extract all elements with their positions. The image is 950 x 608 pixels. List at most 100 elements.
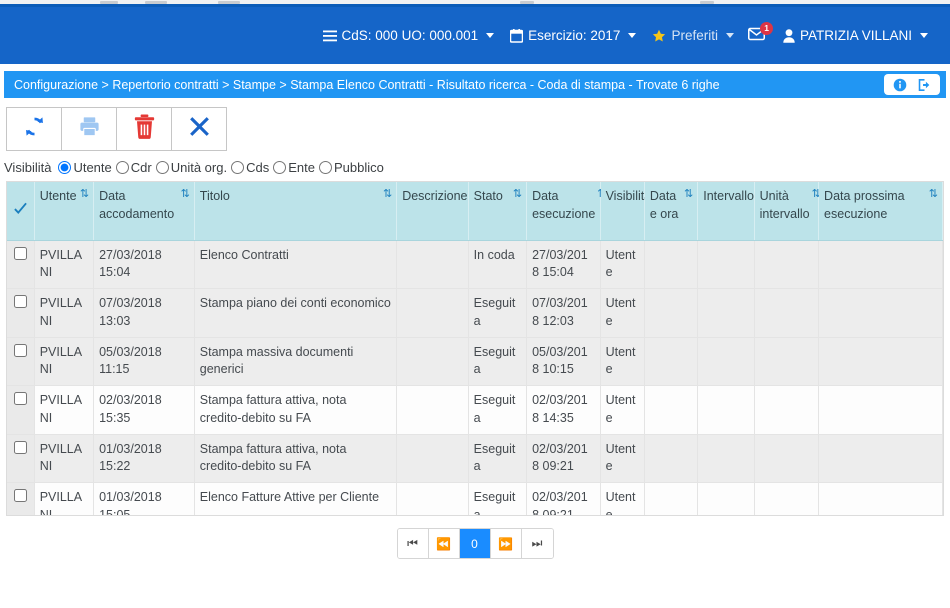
table-row[interactable]: PVILLANI 27/03/2018 15:04 Elenco Contrat… [7, 240, 943, 289]
visibility-radio-pubblico[interactable] [318, 161, 332, 174]
cell-data-e-ora [644, 385, 699, 435]
visibility-radio-cds[interactable] [231, 161, 245, 174]
nav-esercizio-label: Esercizio: 2017 [528, 27, 621, 43]
trash-icon [133, 114, 156, 144]
nav-user-label: PATRIZIA VILLANI [799, 27, 912, 43]
cell-unita-intervallo [754, 337, 820, 386]
cell-data-e-ora [644, 288, 699, 338]
cell-intervallo [697, 240, 755, 289]
cell-data-accodamento: 02/03/2018 15:35 [93, 385, 195, 435]
exit-icon[interactable] [914, 76, 934, 93]
pagination-prev-button[interactable]: ⏪ [428, 529, 460, 558]
close-button[interactable] [172, 108, 226, 150]
row-select-cell[interactable] [7, 385, 35, 435]
row-select-cell[interactable] [7, 434, 35, 483]
nav-esercizio-selector[interactable]: Esercizio: 2017 [502, 25, 644, 47]
nav-user-menu[interactable]: PATRIZIA VILLANI [775, 25, 936, 47]
print-button[interactable] [62, 108, 117, 150]
action-toolbar [6, 107, 227, 151]
pagination-last-button[interactable]: ⏭ [521, 529, 553, 558]
cell-titolo: Stampa piano dei conti economico [194, 288, 398, 338]
cell-data-prossima-esecuzione [818, 337, 943, 386]
sort-icon[interactable]: ⇅ [684, 187, 693, 223]
visibility-radio-utente[interactable] [58, 161, 72, 174]
visibility-option-cds[interactable]: Cds [231, 160, 269, 175]
nav-messages-button[interactable]: 1 [742, 22, 775, 48]
sort-icon[interactable]: ⇅ [513, 187, 522, 205]
cell-stato: Eseguita [468, 482, 528, 515]
column-header-data-esecuzione[interactable]: Data esecuzione ⇅ [526, 182, 607, 241]
visibility-option-utente[interactable]: Utente [58, 160, 112, 175]
visibility-option-pubblico[interactable]: Pubblico [318, 160, 384, 175]
cell-visibilita: Utente [600, 482, 645, 515]
nav-preferiti-menu[interactable]: Preferiti [644, 25, 742, 47]
column-header-intervallo[interactable]: Intervallo ⇅ [697, 182, 765, 241]
cell-titolo: Stampa fattura attiva, nota credito-debi… [194, 385, 398, 435]
info-icon[interactable] [890, 76, 910, 93]
sort-icon[interactable]: ⇅ [929, 187, 938, 223]
sort-icon[interactable]: ⇅ [80, 187, 89, 205]
row-checkbox[interactable] [13, 489, 27, 502]
sort-icon[interactable]: ⇅ [181, 187, 190, 223]
column-header-data-prossima-esecuzione[interactable]: Data prossima esecuzione ⇅ [818, 182, 943, 241]
cell-data-prossima-esecuzione [818, 385, 943, 435]
column-header-data-accodamento[interactable]: Data accodamento ⇅ [93, 182, 195, 241]
visibility-radio-ente[interactable] [273, 161, 287, 174]
cell-titolo: Elenco Fatture Attive per Cliente [194, 482, 398, 515]
print-queue-table: Utente ⇅ Data accodamento ⇅ Titolo ⇅ Des… [7, 182, 943, 515]
column-header-utente[interactable]: Utente ⇅ [34, 182, 95, 241]
pagination-next-button[interactable]: ⏩ [490, 529, 522, 558]
row-checkbox[interactable] [13, 295, 27, 308]
row-checkbox[interactable] [13, 343, 27, 357]
row-select-cell[interactable] [7, 482, 35, 515]
top-navbar: CdS: 000 UO: 000.001 Esercizio: 2017 Pre… [0, 7, 950, 64]
pagination-first-button[interactable]: ⏮ [397, 529, 429, 558]
column-header-visibilita[interactable]: Visibilità ⇅ [600, 182, 662, 241]
row-select-cell[interactable] [7, 240, 35, 289]
row-checkbox[interactable] [13, 246, 27, 260]
cell-data-prossima-esecuzione [818, 288, 943, 338]
column-header-descrizione[interactable]: Descrizione ⇅ [396, 182, 479, 241]
row-checkbox[interactable] [13, 440, 27, 454]
select-all-checkbox-icon[interactable] [14, 202, 27, 215]
visibility-radio-cdr[interactable] [115, 161, 129, 174]
cell-visibilita: Utente [600, 240, 645, 289]
cell-visibilita: Utente [600, 434, 645, 483]
cell-titolo: Stampa fattura attiva, nota credito-debi… [194, 434, 398, 483]
visibility-option-unita-org[interactable]: Unità org. [155, 160, 227, 175]
chrome-ghost-1 [100, 1, 118, 4]
breadcrumb-text: Configurazione > Repertorio contratti > … [14, 77, 720, 92]
column-header-stato[interactable]: Stato ⇅ [468, 182, 528, 241]
row-checkbox[interactable] [13, 392, 27, 405]
column-label: Utente [39, 189, 77, 203]
table-row[interactable]: PVILLANI 02/03/2018 15:35 Stampa fattura… [7, 385, 943, 435]
column-header-data-e-ora[interactable]: Data e ora ⇅ [644, 182, 699, 241]
refresh-button[interactable] [7, 108, 62, 150]
cell-visibilita: Utente [600, 288, 645, 338]
table-row[interactable]: PVILLANI 01/03/2018 15:22 Stampa fattura… [7, 434, 943, 483]
visibility-radio-unita-org[interactable] [155, 161, 169, 174]
sort-icon[interactable]: ⇅ [383, 187, 392, 205]
table-row[interactable]: PVILLANI 07/03/2018 13:03 Stampa piano d… [7, 288, 943, 338]
visibility-option-cdr[interactable]: Cdr [115, 160, 152, 175]
delete-button[interactable] [117, 108, 172, 150]
visibility-option-ente[interactable]: Ente [273, 160, 315, 175]
column-label: Data e ora [649, 189, 679, 222]
chevron-down-icon [486, 33, 495, 38]
calendar-icon [510, 28, 524, 43]
row-select-cell[interactable] [7, 337, 35, 386]
chrome-ghost-2 [145, 1, 167, 4]
table-row[interactable]: PVILLANI 05/03/2018 11:15 Stampa massiva… [7, 337, 943, 386]
pagination-current-page[interactable]: 0 [459, 529, 491, 558]
table-header-row: Utente ⇅ Data accodamento ⇅ Titolo ⇅ Des… [7, 182, 943, 241]
column-header-titolo[interactable]: Titolo ⇅ [194, 182, 398, 241]
nav-cds-uo-selector[interactable]: CdS: 000 UO: 000.001 [315, 25, 503, 47]
table-row[interactable]: PVILLANI 01/03/2018 15:05 Elenco Fatture… [7, 482, 943, 515]
column-label: Stato [473, 189, 503, 203]
chevron-down-icon [725, 33, 734, 38]
cell-data-e-ora [644, 482, 699, 515]
select-all-header[interactable] [7, 182, 35, 241]
column-header-unita-intervallo[interactable]: Unità intervallo ⇅ [754, 182, 821, 241]
row-select-cell[interactable] [7, 288, 35, 338]
cell-data-esecuzione: 07/03/2018 12:03 [526, 288, 601, 338]
